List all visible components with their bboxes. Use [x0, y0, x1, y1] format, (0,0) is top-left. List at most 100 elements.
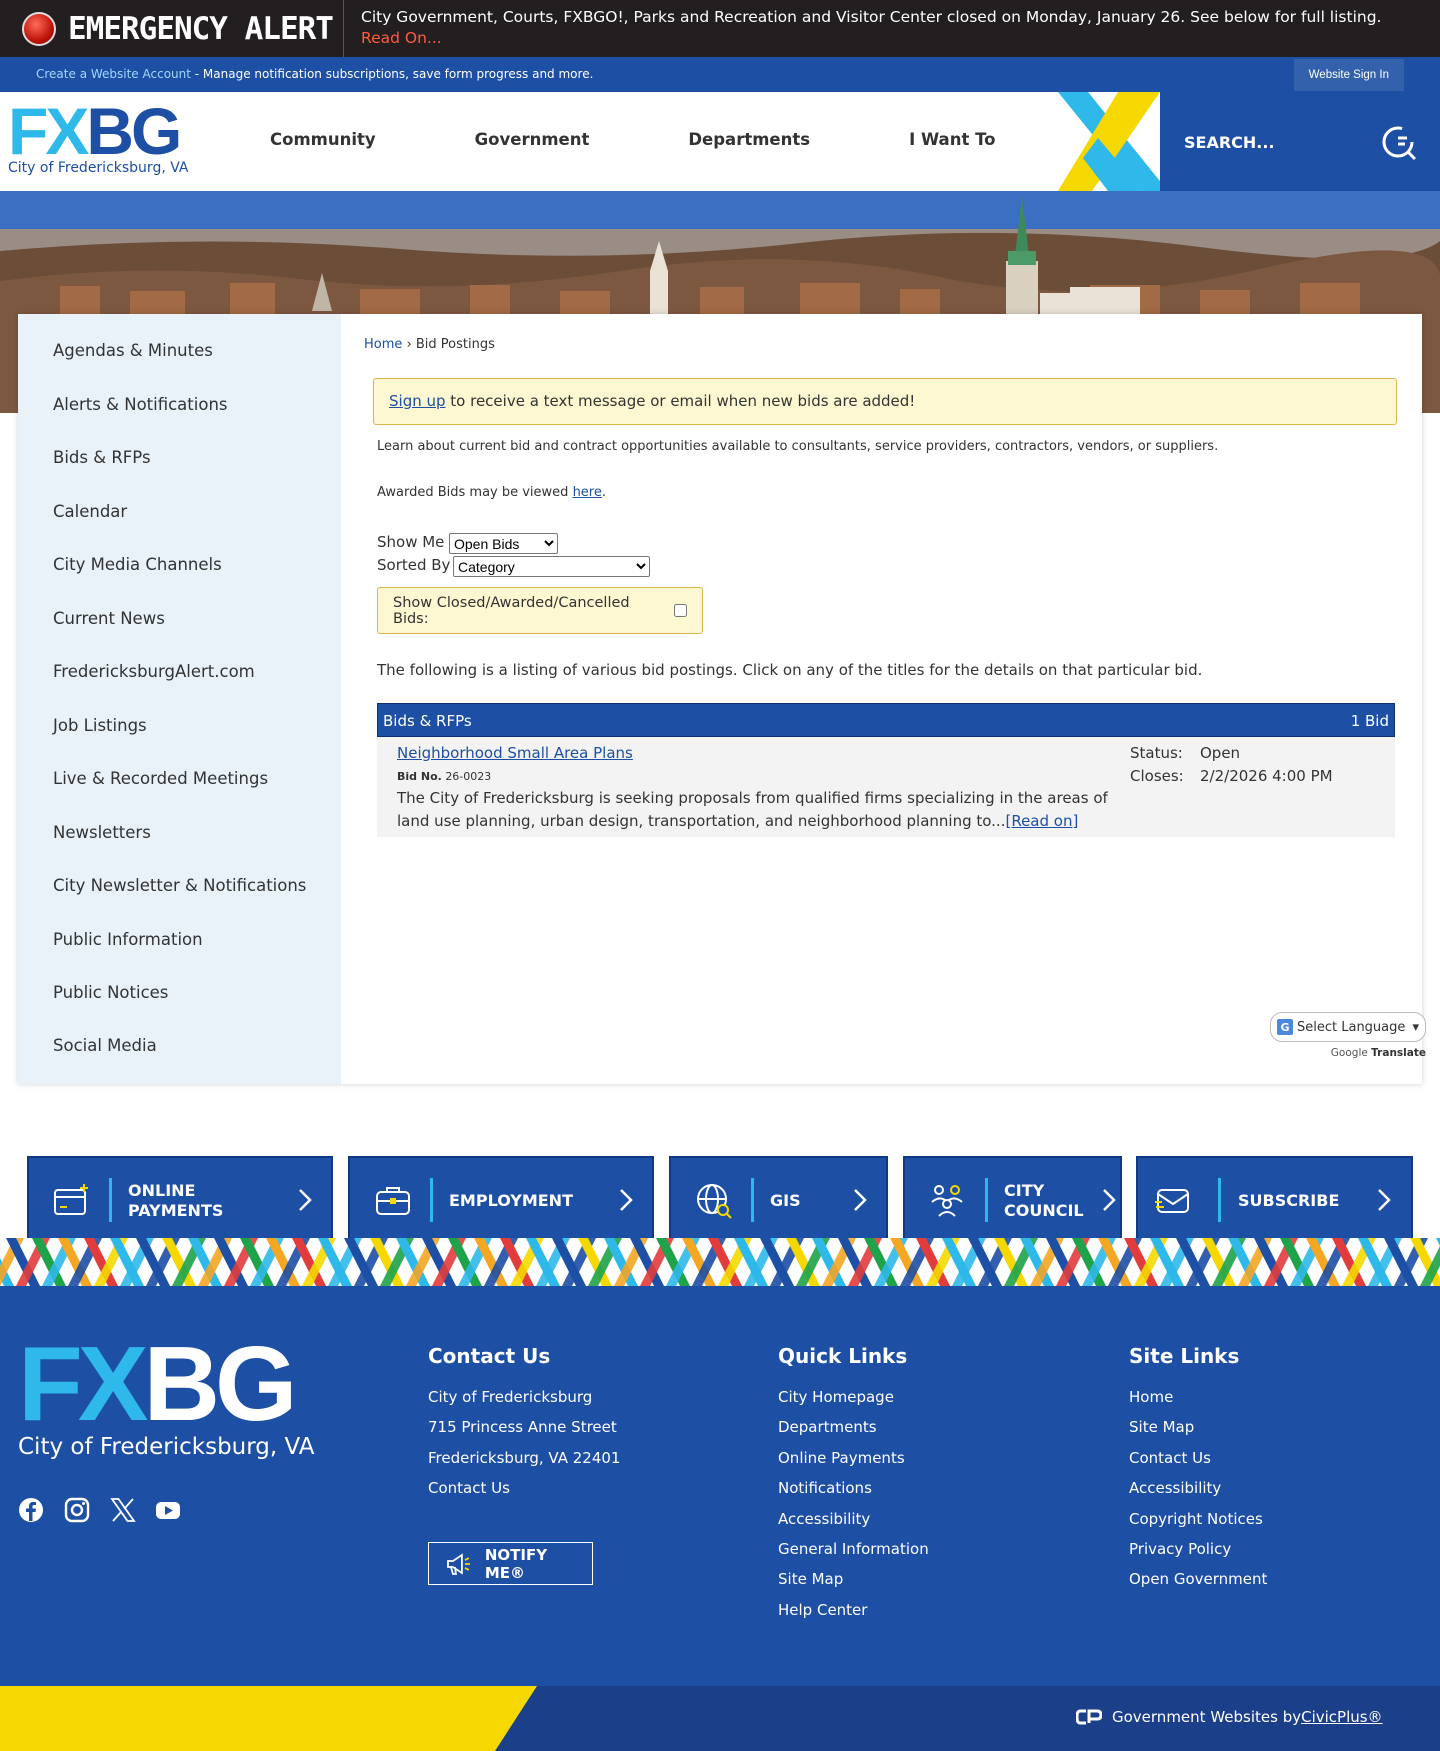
bid-read-on-link[interactable]: [Read on]: [1005, 812, 1078, 830]
quick-link-help-center[interactable]: Help Center: [778, 1595, 929, 1625]
x-twitter-icon[interactable]: [110, 1497, 136, 1523]
zigzag-pattern: [0, 1238, 1440, 1286]
footer-logo[interactable]: FXBG City of Fredericksburg, VA: [18, 1331, 315, 1460]
sidebar-item-agendas[interactable]: Agendas & Minutes: [53, 341, 213, 360]
nav-government[interactable]: Government: [475, 130, 590, 149]
quick-link-departments[interactable]: Departments: [778, 1412, 929, 1442]
sidebar-item-public-notices[interactable]: Public Notices: [53, 983, 168, 1002]
quick-link-notifications[interactable]: Notifications: [778, 1473, 929, 1503]
google-translate-icon: G: [1277, 1019, 1293, 1035]
alert-read-on-link[interactable]: Read On...: [361, 28, 1421, 49]
sidebar-item-media-channels[interactable]: City Media Channels: [53, 555, 222, 574]
tile-label-line1: CITY: [1004, 1181, 1045, 1200]
instagram-icon[interactable]: [64, 1497, 90, 1523]
quick-link-site-map[interactable]: Site Map: [778, 1564, 929, 1594]
website-sign-in-button[interactable]: Website Sign In: [1293, 59, 1404, 91]
search-input[interactable]: [1184, 128, 1364, 156]
nav-community[interactable]: Community: [270, 130, 376, 149]
site-link-contact-us[interactable]: Contact Us: [1129, 1443, 1267, 1473]
site-logo[interactable]: FXBG City of Fredericksburg, VA: [8, 98, 198, 176]
youtube-icon[interactable]: [155, 1497, 181, 1523]
logo-fx: FX: [8, 94, 89, 168]
briefcase-icon: [376, 1187, 410, 1215]
breadcrumb-current: Bid Postings: [415, 337, 495, 352]
awarded-bids-link[interactable]: here: [573, 485, 602, 500]
footer-contact-us-link[interactable]: Contact Us: [428, 1473, 620, 1503]
sidebar-item-public-information[interactable]: Public Information: [53, 930, 203, 949]
civicplus-credit: Government Websites by CivicPlus®: [1076, 1708, 1383, 1726]
closed-bids-filter: Show Closed/Awarded/Cancelled Bids:: [377, 587, 703, 634]
bids-category-header: Bids & RFPs 1 Bid: [377, 703, 1395, 737]
bid-closes-value: 2/2/2026 4:00 PM: [1200, 767, 1333, 785]
facebook-icon[interactable]: [18, 1497, 44, 1523]
main-nav: Community Government Departments I Want …: [270, 130, 995, 149]
notify-me-button[interactable]: NOTIFY ME®: [428, 1542, 593, 1585]
subscribe-envelope-icon: [1155, 1189, 1189, 1213]
listing-text: The following is a listing of various bi…: [377, 661, 1203, 679]
tile-online-payments[interactable]: ONLINE PAYMENTS: [27, 1156, 333, 1242]
sidebar-item-bids[interactable]: Bids & RFPs: [53, 448, 151, 467]
chevron-right-icon: [1103, 1189, 1116, 1211]
main-content: Home › Bid Postings Sign up to receive a…: [341, 314, 1422, 1084]
site-link-site-map[interactable]: Site Map: [1129, 1412, 1267, 1442]
signup-notice: Sign up to receive a text message or ema…: [373, 378, 1397, 425]
quick-link-city-homepage[interactable]: City Homepage: [778, 1382, 929, 1412]
quick-link-online-payments[interactable]: Online Payments: [778, 1443, 929, 1473]
sidebar-item-city-newsletter[interactable]: City Newsletter & Notifications: [53, 876, 306, 895]
site-link-privacy-policy[interactable]: Privacy Policy: [1129, 1534, 1267, 1564]
contact-line: City of Fredericksburg: [428, 1388, 593, 1406]
signup-link[interactable]: Sign up: [389, 392, 446, 410]
closed-bids-checkbox[interactable]: [674, 604, 687, 617]
bid-title-link[interactable]: Neighborhood Small Area Plans: [397, 744, 633, 762]
logo-bg: BG: [86, 94, 182, 168]
contact-line: 715 Princess Anne Street: [428, 1418, 617, 1437]
quick-link-general-information[interactable]: General Information: [778, 1534, 929, 1564]
footer-quick-links-heading: Quick Links: [778, 1344, 908, 1368]
sidebar-item-fredericksburg-alert[interactable]: FredericksburgAlert.com: [53, 662, 255, 681]
language-select[interactable]: G Select Language ▾: [1270, 1012, 1426, 1042]
payment-icon: [54, 1184, 88, 1215]
sidebar-item-job-listings[interactable]: Job Listings: [53, 716, 147, 735]
chevron-right-icon: [299, 1189, 312, 1211]
bottom-bar: Government Websites by CivicPlus®: [0, 1686, 1440, 1751]
show-me-select[interactable]: Open Bids: [449, 533, 558, 554]
search-icon[interactable]: [1378, 122, 1418, 162]
nav-i-want-to[interactable]: I Want To: [909, 130, 995, 149]
tile-subscribe[interactable]: SUBSCRIBE: [1136, 1156, 1413, 1242]
sidebar-item-alerts[interactable]: Alerts & Notifications: [53, 395, 228, 414]
site-link-accessibility[interactable]: Accessibility: [1129, 1473, 1267, 1503]
nav-departments[interactable]: Departments: [688, 130, 810, 149]
header-x-decoration: [1058, 92, 1168, 191]
alert-title: EMERGENCY ALERT: [0, 0, 344, 57]
site-link-home[interactable]: Home: [1129, 1382, 1267, 1412]
account-description: - Manage notification subscriptions, sav…: [190, 67, 594, 81]
civicplus-link[interactable]: CivicPlus®: [1301, 1708, 1382, 1726]
account-bar: Create a Website Account - Manage notifi…: [0, 57, 1440, 92]
bid-status-value: Open: [1200, 744, 1241, 762]
tile-city-council[interactable]: CITY COUNCIL: [903, 1156, 1122, 1242]
tile-employment[interactable]: EMPLOYMENT: [348, 1156, 654, 1242]
site-header: FXBG City of Fredericksburg, VA Communit…: [0, 92, 1440, 191]
sidebar-item-current-news[interactable]: Current News: [53, 609, 165, 628]
sidebar-item-social-media[interactable]: Social Media: [53, 1036, 157, 1055]
bid-count: 1 Bid: [1350, 712, 1389, 730]
quick-link-accessibility[interactable]: Accessibility: [778, 1504, 929, 1534]
yellow-accent-shape: [0, 1686, 537, 1751]
chevron-right-icon: [620, 1189, 633, 1211]
sidebar-item-newsletters[interactable]: Newsletters: [53, 823, 151, 842]
sidebar-item-meetings[interactable]: Live & Recorded Meetings: [53, 769, 268, 788]
site-link-copyright[interactable]: Copyright Notices: [1129, 1504, 1267, 1534]
chevron-down-icon: ▾: [1412, 1019, 1419, 1035]
quick-tiles: ONLINE PAYMENTS EMPLOYMENT GIS CITY COUN…: [0, 1156, 1440, 1242]
sorted-by-select[interactable]: Category: [453, 556, 650, 577]
decorative-stripe: [0, 1238, 1440, 1286]
closed-bids-label: Show Closed/Awarded/Cancelled Bids:: [393, 594, 630, 627]
alert-icon: [22, 11, 56, 46]
main-panel: Agendas & Minutes Alerts & Notifications…: [18, 314, 1422, 1084]
site-link-open-government[interactable]: Open Government: [1129, 1564, 1267, 1594]
tile-gis[interactable]: GIS: [669, 1156, 888, 1242]
breadcrumb-home[interactable]: Home: [364, 337, 402, 352]
create-account-link[interactable]: Create a Website Account: [36, 67, 191, 81]
sidebar-item-calendar[interactable]: Calendar: [53, 502, 127, 521]
search-area: [1160, 92, 1440, 191]
